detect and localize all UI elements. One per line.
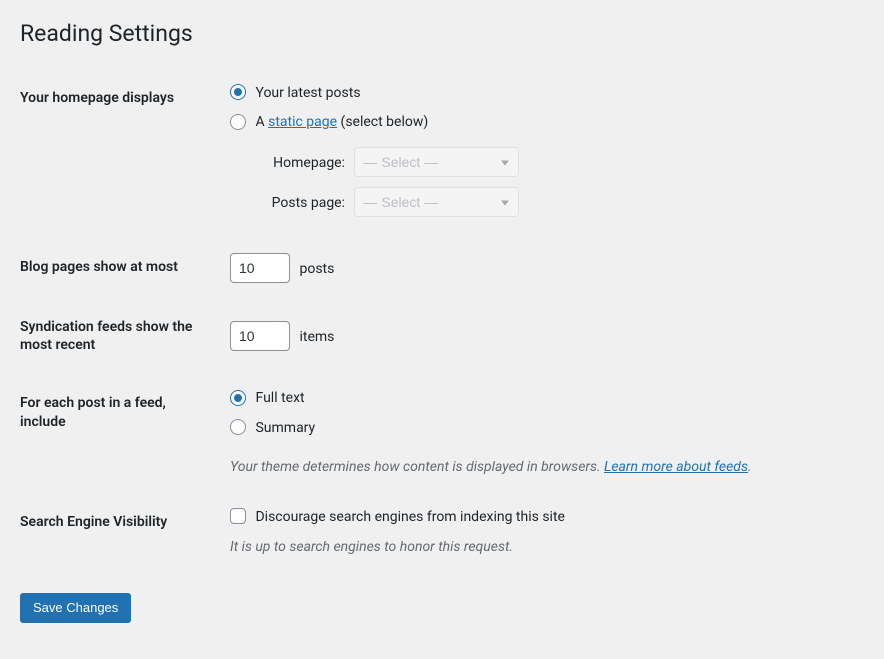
row-label-blog-pages: Blog pages show at most bbox=[20, 238, 220, 298]
syndication-suffix: items bbox=[299, 329, 334, 345]
radio-full-text-label: Full text bbox=[255, 390, 304, 406]
search-visibility-description: It is up to search engines to honor this… bbox=[230, 537, 854, 558]
radio-latest-posts[interactable] bbox=[230, 84, 246, 100]
posts-page-select[interactable]: — Select — bbox=[354, 187, 519, 217]
homepage-displays-fieldset: Your latest posts A static page (select … bbox=[230, 84, 854, 223]
feed-option-summary[interactable]: Summary bbox=[230, 419, 854, 439]
radio-static-page[interactable] bbox=[230, 114, 246, 130]
homepage-option-static[interactable]: A static page (select below) bbox=[230, 113, 854, 133]
homepage-option-latest[interactable]: Your latest posts bbox=[230, 84, 854, 104]
feed-desc-suffix: . bbox=[748, 459, 752, 475]
page-title: Reading Settings bbox=[20, 10, 864, 53]
feed-content-fieldset: Full text Summary bbox=[230, 389, 854, 448]
save-changes-button[interactable]: Save Changes bbox=[20, 593, 131, 623]
static-page-link[interactable]: static page bbox=[268, 114, 337, 130]
homepage-select[interactable]: — Select — bbox=[354, 147, 519, 177]
syndication-input[interactable] bbox=[230, 321, 290, 351]
feed-desc-prefix: Your theme determines how content is dis… bbox=[230, 459, 604, 475]
search-visibility-option[interactable]: Discourage search engines from indexing … bbox=[230, 508, 854, 528]
homepage-select-label: Homepage: bbox=[250, 154, 345, 172]
feed-option-full[interactable]: Full text bbox=[230, 389, 854, 409]
feed-content-description: Your theme determines how content is dis… bbox=[230, 457, 854, 478]
radio-static-prefix: A bbox=[255, 114, 268, 130]
radio-full-text[interactable] bbox=[230, 390, 246, 406]
row-label-search-visibility: Search Engine Visibility bbox=[20, 493, 220, 574]
row-label-feed-content: For each post in a feed, include bbox=[20, 374, 220, 492]
radio-summary-label: Summary bbox=[255, 420, 315, 436]
blog-pages-input[interactable] bbox=[230, 253, 290, 283]
checkbox-discourage-search[interactable] bbox=[230, 508, 246, 524]
radio-latest-posts-label: Your latest posts bbox=[255, 85, 360, 101]
learn-more-feeds-link[interactable]: Learn more about feeds bbox=[604, 459, 748, 475]
radio-summary[interactable] bbox=[230, 419, 246, 435]
posts-page-select-label: Posts page: bbox=[250, 194, 345, 212]
row-label-syndication: Syndication feeds show the most recent bbox=[20, 298, 220, 374]
checkbox-discourage-label: Discourage search engines from indexing … bbox=[255, 509, 564, 525]
row-label-homepage: Your homepage displays bbox=[20, 69, 220, 238]
radio-static-suffix: (select below) bbox=[337, 114, 428, 130]
search-visibility-fieldset: Discourage search engines from indexing … bbox=[230, 508, 854, 559]
blog-pages-suffix: posts bbox=[299, 261, 334, 277]
